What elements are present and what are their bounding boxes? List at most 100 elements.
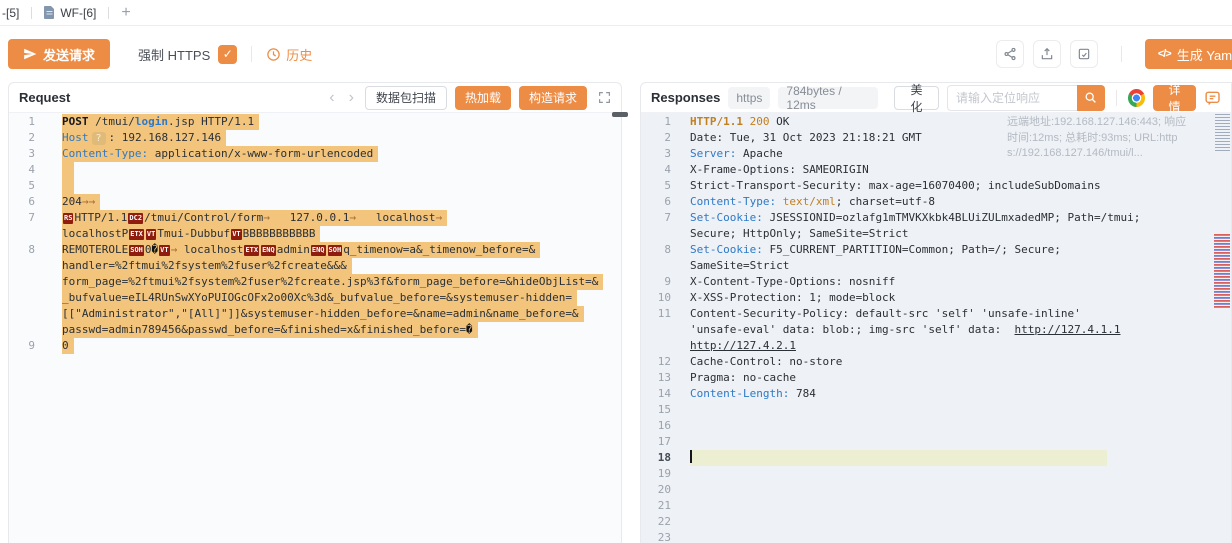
- search-icon: [1084, 91, 1097, 104]
- line-content: Set-Cookie: JSESSIONID=ozlafg1mTMVKXkbk4…: [690, 210, 1140, 226]
- generate-yaml-label: 生成 Yaml: [1177, 45, 1232, 64]
- line-number: [641, 322, 671, 338]
- send-request-button[interactable]: 发送请求: [8, 39, 110, 69]
- force-https-checkbox[interactable]: ✓: [218, 45, 237, 64]
- send-request-label: 发送请求: [43, 45, 95, 64]
- size-time-badge: 784bytes / 12ms: [778, 87, 878, 109]
- line-number: 10: [641, 290, 671, 306]
- export-button[interactable]: [1033, 40, 1061, 68]
- code-line: 1POST /tmui/login.jsp HTTP/1.1: [9, 114, 621, 130]
- beautify-button[interactable]: 美化: [894, 86, 939, 110]
- selection-highlight: REMOTEROLESOH0�VT→ localhostETXENQadminE…: [62, 242, 540, 258]
- code-line: 11Content-Security-Policy: default-src '…: [641, 306, 1231, 322]
- code-line: 6Content-Type: text/xml; charset=utf-8: [641, 194, 1231, 210]
- edit-button[interactable]: [1070, 40, 1098, 68]
- code-line: 18: [641, 450, 1231, 466]
- code-line: form_page=%2ftmui%2fsystem%2fuser%2fcrea…: [9, 274, 621, 290]
- minimap[interactable]: [1214, 113, 1231, 543]
- line-number: [9, 290, 35, 306]
- code-line: 23: [641, 530, 1231, 543]
- code-line: 20: [641, 482, 1231, 498]
- chrome-icon[interactable]: [1128, 89, 1145, 107]
- search-button[interactable]: [1077, 85, 1105, 111]
- code-line: 17: [641, 434, 1231, 450]
- fullscreen-icon[interactable]: [598, 91, 611, 104]
- line-content: RSHTTP/1.1DC2/tmui/Control/form→ 127.0.0…: [62, 210, 447, 226]
- force-https-label: 强制 HTTPS: [138, 45, 210, 64]
- line-content: Strict-Transport-Security: max-age=16070…: [690, 178, 1101, 194]
- code-line: 22: [641, 514, 1231, 530]
- line-number: [9, 274, 35, 290]
- selection-highlight: 204→→: [62, 194, 100, 210]
- share-icon: [1003, 47, 1017, 61]
- line-number: 2: [9, 130, 35, 146]
- code-line: 'unsafe-eval' data: blob:; img-src 'self…: [641, 322, 1231, 338]
- tab-separator: [108, 7, 109, 19]
- line-number: 7: [9, 210, 35, 226]
- line-number: [641, 226, 671, 242]
- response-panel-header: Responses https 784bytes / 12ms 美化 详情: [641, 83, 1231, 113]
- line-number: 5: [9, 178, 35, 194]
- line-number: [641, 338, 671, 354]
- line-content: Secure; HttpOnly; SameSite=Strict: [690, 226, 909, 242]
- code-line: 9X-Content-Type-Options: nosniff: [641, 274, 1231, 290]
- line-content: Content-Type: application/x-www-form-url…: [62, 146, 378, 162]
- packet-scan-button[interactable]: 数据包扫描: [365, 86, 447, 110]
- line-content: form_page=%2ftmui%2fsystem%2fuser%2fcrea…: [62, 274, 603, 290]
- line-number: 12: [641, 354, 671, 370]
- document-icon: [44, 6, 55, 19]
- line-number: 19: [641, 466, 671, 482]
- line-number: 2: [641, 130, 671, 146]
- add-tab-button[interactable]: +: [121, 5, 130, 21]
- line-content: X-Content-Type-Options: nosniff: [690, 274, 895, 290]
- selection-highlight: Content-Type: application/x-www-form-url…: [62, 146, 378, 162]
- tab-session-5[interactable]: -[5]: [2, 6, 19, 20]
- line-content: REMOTEROLESOH0�VT→ localhostETXENQadminE…: [62, 242, 540, 258]
- toolbar-divider: [1121, 46, 1122, 62]
- panel-splitter-handle[interactable]: [612, 112, 628, 117]
- construct-request-button[interactable]: 构造请求: [519, 86, 587, 110]
- code-line: SameSite=Strict: [641, 258, 1231, 274]
- line-number: 4: [641, 162, 671, 178]
- feedback-icon[interactable]: [1204, 89, 1221, 107]
- response-editor[interactable]: 远端地址:192.168.127.146:443; 响应时间:12ms; 总耗时…: [641, 113, 1231, 543]
- code-line: 8REMOTEROLESOH0�VT→ localhostETXENQadmin…: [9, 242, 621, 258]
- line-content: Date: Tue, 31 Oct 2023 21:18:21 GMT: [690, 130, 922, 146]
- line-content: passwd=admin789456&passwd_before=&finish…: [62, 322, 478, 338]
- selection-highlight: [["Administrator","[All]"]]&systemuser-h…: [62, 306, 584, 322]
- history-next-button[interactable]: ›: [346, 91, 357, 105]
- request-editor[interactable]: 1POST /tmui/login.jsp HTTP/1.12 Host?: 19…: [9, 113, 621, 543]
- line-content: handler=%2ftmui%2fsystem%2fuser%2fcreate…: [62, 258, 352, 274]
- selection-highlight: Host?: 192.168.127.146: [62, 130, 226, 146]
- export-icon: [1040, 47, 1054, 61]
- line-number: 1: [641, 114, 671, 130]
- code-line: 15: [641, 402, 1231, 418]
- code-line: http://127.4.2.1: [641, 338, 1231, 354]
- code-icon: </>: [1158, 48, 1171, 60]
- selection-highlight: form_page=%2ftmui%2fsystem%2fuser%2fcrea…: [62, 274, 603, 290]
- minimap-headers-block: [1215, 114, 1230, 151]
- line-content: 'unsafe-eval' data: blob:; img-src 'self…: [690, 322, 1120, 338]
- hot-reload-button[interactable]: 热加载: [455, 86, 511, 110]
- history-label: 历史: [286, 45, 312, 64]
- line-number: 9: [9, 338, 35, 354]
- line-number: 1: [9, 114, 35, 130]
- tab-session-wf-6[interactable]: WF-[6]: [44, 6, 96, 20]
- line-number: 6: [641, 194, 671, 210]
- line-content: [["Administrator","[All]"]]&systemuser-h…: [62, 306, 584, 322]
- share-button[interactable]: [996, 40, 1024, 68]
- line-number: 17: [641, 434, 671, 450]
- history-prev-button[interactable]: ‹: [326, 91, 337, 105]
- selection-highlight: 0: [62, 338, 74, 354]
- details-button[interactable]: 详情: [1153, 85, 1196, 111]
- line-content: Content-Length: 784: [690, 386, 816, 402]
- line-number: 22: [641, 514, 671, 530]
- line-number: 4: [9, 162, 35, 178]
- history-button[interactable]: 历史: [266, 45, 312, 64]
- generate-yaml-button[interactable]: </> 生成 Yaml: [1145, 39, 1232, 69]
- clock-icon: [266, 47, 281, 62]
- selection-highlight: [62, 178, 74, 194]
- line-content: _bufvalue=eIL4RUnSwXYoPUIOGcOFx2o00Xc%3d…: [62, 290, 577, 306]
- code-line: 12Cache-Control: no-store: [641, 354, 1231, 370]
- search-input[interactable]: [947, 85, 1077, 111]
